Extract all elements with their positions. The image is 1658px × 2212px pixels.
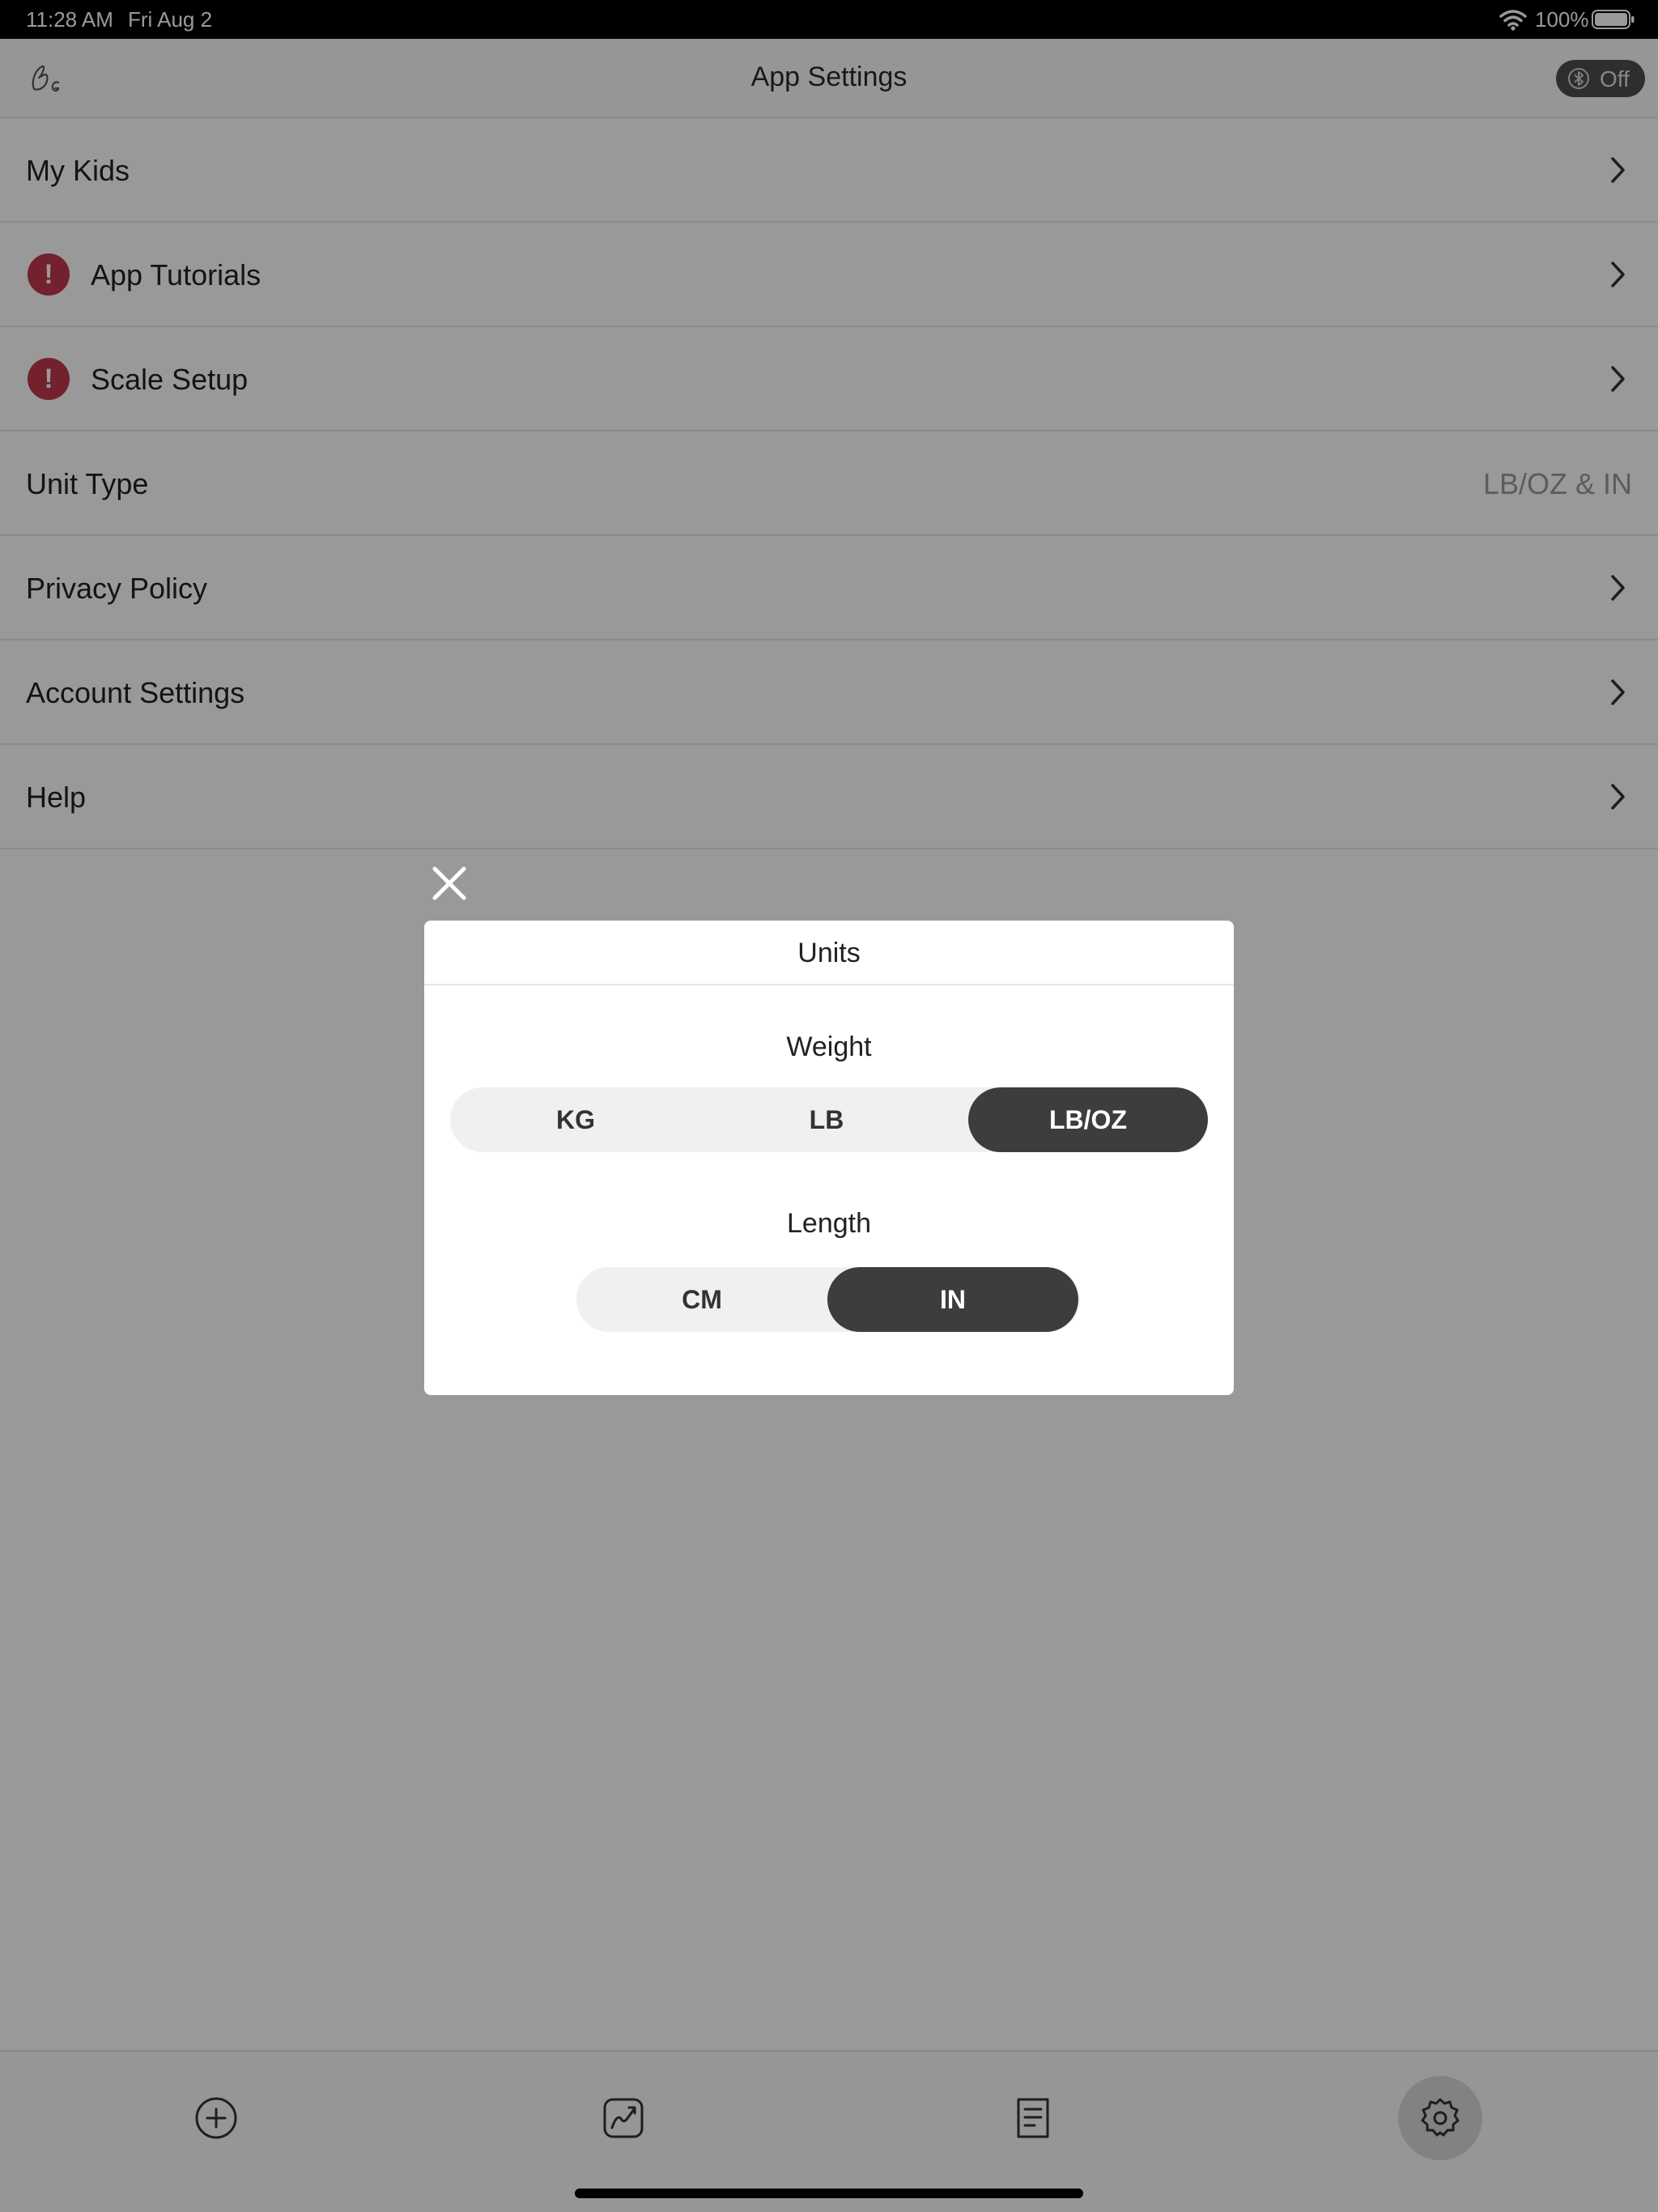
length-option-in[interactable]: IN	[827, 1267, 1078, 1332]
length-label: Length	[787, 1208, 871, 1239]
weight-label: Weight	[786, 1032, 872, 1062]
weight-option-lb-oz[interactable]: LB/OZ	[968, 1087, 1208, 1152]
units-modal: Units Weight KG LB LB/OZ Length CM IN	[424, 921, 1234, 1395]
weight-segmented-control: KG LB LB/OZ	[450, 1087, 1208, 1152]
length-segmented-control: CM IN	[576, 1267, 1080, 1332]
close-icon[interactable]	[429, 863, 470, 904]
modal-title: Units	[424, 921, 1234, 985]
weight-option-lb[interactable]: LB	[701, 1087, 952, 1152]
length-option-cm[interactable]: CM	[576, 1267, 827, 1332]
weight-option-kg[interactable]: KG	[450, 1087, 701, 1152]
app-screen: 11:28 AM Fri Aug 2 100% App Settings Off	[0, 0, 1658, 2212]
